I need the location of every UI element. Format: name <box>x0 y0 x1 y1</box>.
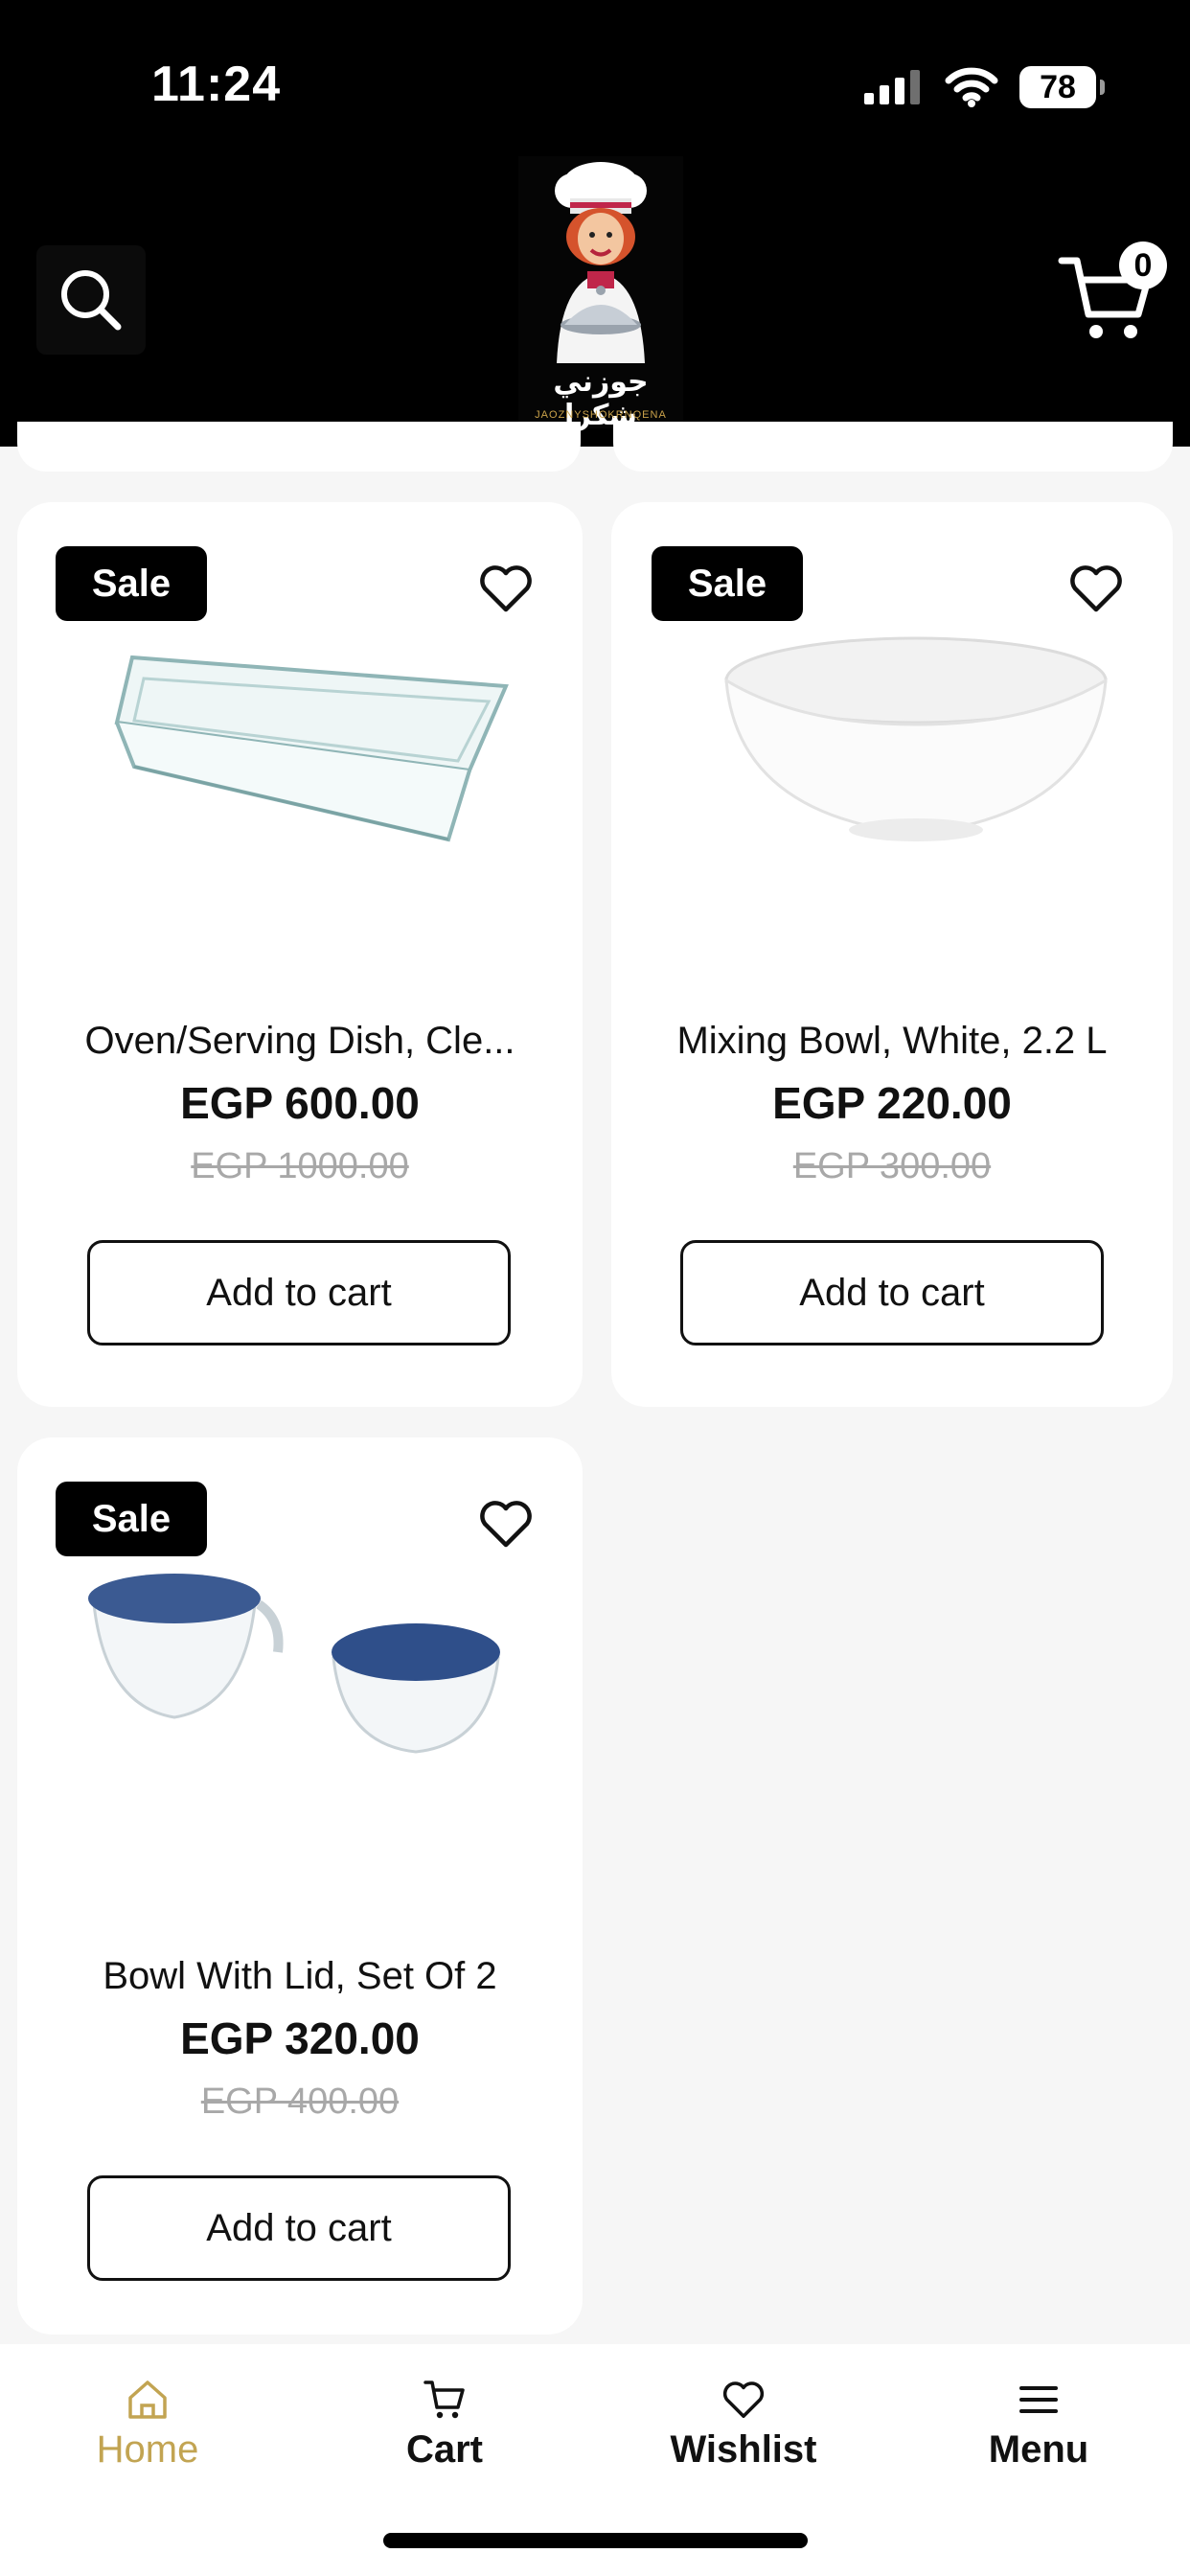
product-card-partial <box>17 422 581 472</box>
add-to-cart-button[interactable]: Add to cart <box>87 1240 511 1346</box>
nav-cart-label: Cart <box>405 2428 484 2471</box>
heart-icon <box>722 2381 765 2419</box>
search-button[interactable] <box>36 245 146 355</box>
sale-badge: Sale <box>56 1482 207 1556</box>
nav-home-label: Home <box>96 2428 199 2471</box>
product-price: EGP 600.00 <box>180 1078 420 1128</box>
hamburger-menu-icon <box>1019 2386 1058 2413</box>
wishlist-heart-icon[interactable] <box>477 1497 535 1551</box>
cart-count-badge: 0 <box>1119 242 1167 289</box>
wifi-icon <box>945 67 998 107</box>
product-old-price: EGP 400.00 <box>200 2082 400 2122</box>
product-image-mixing-bowl[interactable] <box>650 617 1138 866</box>
sale-badge: Sale <box>652 546 803 621</box>
product-card-partial <box>613 422 1173 472</box>
product-name[interactable]: Bowl With Lid, Set Of 2 <box>17 1955 583 1998</box>
home-icon <box>128 2380 167 2419</box>
add-to-cart-button[interactable]: Add to cart <box>87 2175 511 2281</box>
product-name[interactable]: Mixing Bowl, White, 2.2 L <box>611 1020 1173 1063</box>
product-name[interactable]: Oven/Serving Dish, Cle... <box>17 1020 583 1063</box>
logo-tagline: JAOZNYSHOKRNQENA <box>535 409 667 421</box>
battery-indicator: 78 <box>1019 66 1105 108</box>
status-time: 11:24 <box>151 57 282 112</box>
status-icons: 78 <box>862 63 1105 111</box>
nav-cart[interactable]: Cart <box>330 2379 560 2472</box>
nav-menu-label: Menu <box>988 2428 1089 2471</box>
wishlist-heart-icon[interactable] <box>1067 562 1125 615</box>
cart-icon <box>423 2380 465 2419</box>
brand-logo[interactable]: جوزني شكرا JAOZNYSHOKRNQENA <box>518 156 683 432</box>
product-card[interactable]: Sale Bowl With Lid, Set Of 2 EGP 320.00 … <box>17 1438 583 2334</box>
nav-home[interactable]: Home <box>33 2379 263 2472</box>
search-icon <box>61 270 122 331</box>
product-card[interactable]: Sale Oven/Serving Dish, Cle... EGP 600.0… <box>17 502 583 1407</box>
product-price: EGP 220.00 <box>772 1078 1012 1128</box>
home-indicator[interactable] <box>383 2533 808 2548</box>
sale-badge: Sale <box>56 546 207 621</box>
product-old-price: EGP 1000.00 <box>191 1146 409 1186</box>
add-to-cart-button[interactable]: Add to cart <box>680 1240 1104 1346</box>
nav-wishlist-label: Wishlist <box>670 2428 817 2471</box>
product-old-price: EGP 300.00 <box>792 1146 992 1186</box>
product-image-bowls-with-lids[interactable] <box>56 1552 544 1802</box>
product-price: EGP 320.00 <box>180 2013 420 2063</box>
product-image-glass-dish[interactable] <box>56 617 544 866</box>
nav-menu[interactable]: Menu <box>924 2379 1154 2472</box>
signal-icon <box>864 70 920 104</box>
wishlist-heart-icon[interactable] <box>477 562 535 615</box>
product-card[interactable]: Sale Mixing Bowl, White, 2.2 L EGP 220.0… <box>611 502 1173 1407</box>
chef-logo-image <box>555 162 647 363</box>
app-header: 11:24 78 جوزني شكرا JAOZNYSHOKRNQENA 0 <box>0 0 1190 447</box>
nav-wishlist[interactable]: Wishlist <box>629 2379 858 2472</box>
